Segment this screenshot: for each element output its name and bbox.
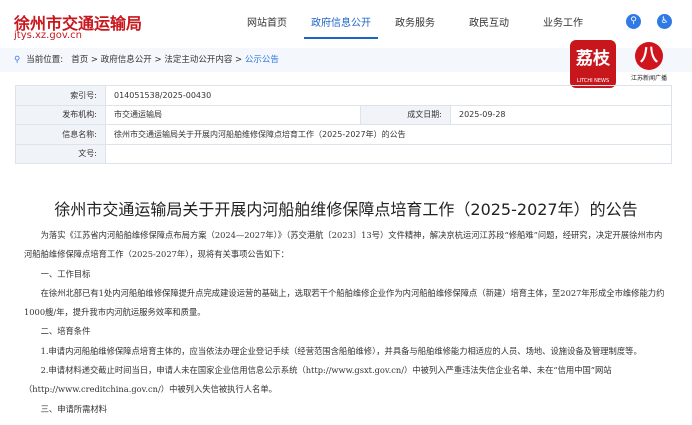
article-body: 为落实《江苏省内河船舶维修保障点布局方案（2024—2027年）》（苏交港航〔2…: [24, 226, 669, 419]
section-heading: 三、申请所需材料: [40, 403, 107, 414]
accessibility-icon[interactable]: ♿: [657, 14, 672, 29]
org-value: 市交通运输局: [105, 104, 361, 125]
index-value: 014051538/2025-00430: [105, 85, 672, 106]
info-meta-table: 索引号: 014051538/2025-00430 发布机构: 市交通运输局 成文日期…: [15, 85, 672, 164]
article-title: 徐州市交通运输局关于开展内河船舶维修保障点培育工作（2025-2027年）的公告: [54, 200, 638, 219]
litchi-news-logo[interactable]: 荔枝 LITCHI NEWS: [570, 40, 616, 88]
nav-work[interactable]: 业务工作: [526, 14, 600, 39]
paragraph: 为落实《江苏省内河船舶维修保障点布局方案（2024—2027年）》（苏交港航〔2…: [24, 230, 663, 260]
section-heading: 一、工作目标: [40, 268, 91, 279]
paragraph: 2.申请材料递交截止时间当日，申请人未在国家企业信用信息公示系统（http://…: [24, 365, 612, 395]
paragraph: 在徐州北部已有1处内河船舶维修保障提升点完成建设运营的基础上，选取若干个船舶维修…: [24, 287, 665, 318]
jsb-sub: 江苏新闻广播: [630, 75, 667, 82]
breadcrumb-gov-info[interactable]: 政府信息公开: [101, 55, 152, 65]
location-pin-icon: ⚲: [14, 55, 21, 65]
breadcrumb-label: 当前位置:: [26, 55, 64, 65]
date-value: 2025-09-28: [450, 104, 672, 125]
docno-label: 文号:: [15, 143, 106, 164]
nav-home[interactable]: 网站首页: [230, 14, 304, 39]
litchi-sub: LITCHI NEWS: [576, 78, 610, 84]
docno-value: [105, 143, 672, 164]
name-value: 徐州市交通运输局关于开展内河船舶维修保障点培育工作（2025-2027年）的公告: [105, 124, 672, 145]
name-label: 信息名称:: [15, 124, 106, 145]
jiangsu-news-radio-logo[interactable]: 八江苏新闻广播: [626, 40, 672, 88]
jsb-mark-icon: 八: [635, 42, 663, 70]
breadcrumb-statutory[interactable]: 法定主动公开内容: [164, 55, 232, 65]
section-heading: 二、培育条件: [40, 326, 91, 337]
org-label: 发布机构:: [15, 104, 106, 125]
site-domain: jtys.xz.gov.cn: [14, 30, 82, 41]
nav-interaction[interactable]: 政民互动: [452, 14, 526, 39]
date-label: 成文日期:: [360, 104, 451, 125]
main-nav: 网站首页 政府信息公开 政务服务 政民互动 业务工作: [230, 14, 600, 39]
nav-gov-info[interactable]: 政府信息公开: [304, 14, 378, 39]
breadcrumb-home[interactable]: 首页: [71, 55, 88, 65]
nav-services[interactable]: 政务服务: [378, 14, 452, 39]
index-label: 索引号:: [15, 85, 106, 106]
breadcrumb-current[interactable]: 公示公告: [245, 55, 279, 65]
paragraph: 1.申请内河船舶维修保障点培育主体的，应当依法办理企业登记手续（经营范围含船舶维…: [40, 345, 642, 356]
search-icon[interactable]: ⚲: [626, 14, 641, 29]
